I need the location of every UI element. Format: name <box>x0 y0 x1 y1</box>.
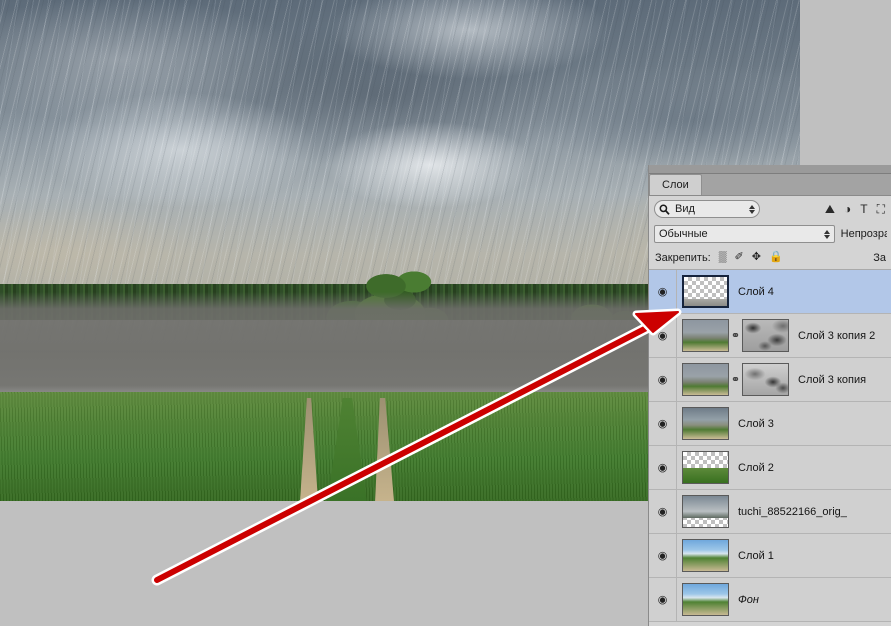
layer-thumbnail[interactable] <box>682 275 729 308</box>
lock-all-icon[interactable]: 🔒 <box>769 252 783 263</box>
layer-name[interactable]: Слой 4 <box>738 286 774 298</box>
panel-drag-bar[interactable] <box>649 165 891 174</box>
eye-icon: ◉ <box>657 550 668 562</box>
layer-name[interactable]: Слой 3 копия <box>798 374 866 386</box>
blend-mode-select[interactable]: Обычные <box>654 225 835 243</box>
layer-name[interactable]: Слой 1 <box>738 550 774 562</box>
layer-thumbnail[interactable] <box>682 319 729 352</box>
eye-icon: ◉ <box>657 418 668 430</box>
eye-icon: ◉ <box>657 330 668 342</box>
image-filter-icon[interactable]: ⛰ <box>825 203 835 215</box>
layer-list[interactable]: ◉ Слой 4 ◉ ⚭ Слой 3 копия 2 ◉ ⚭ Слой 3 к… <box>649 270 891 622</box>
layer-mask-link-icon[interactable]: ⚭ <box>729 373 742 386</box>
layer-name[interactable]: Слой 3 <box>738 418 774 430</box>
table-row[interactable]: ◉ ⚭ Слой 3 копия <box>649 358 891 402</box>
table-row[interactable]: ◉ Слой 4 <box>649 270 891 314</box>
blend-mode-value: Обычные <box>659 228 708 240</box>
layer-thumbnail[interactable] <box>682 583 729 616</box>
table-row[interactable]: ◉ ⚭ Слой 3 копия 2 <box>649 314 891 358</box>
eye-icon: ◉ <box>657 374 668 386</box>
layer-mask-link-icon[interactable]: ⚭ <box>729 329 742 342</box>
layer-name[interactable]: Слой 3 копия 2 <box>798 330 875 342</box>
lock-row: Закрепить: ▒ ✐ ✥ 🔒 За <box>649 246 891 270</box>
layer-visibility-toggle[interactable]: ◉ <box>649 402 677 445</box>
layer-visibility-toggle[interactable]: ◉ <box>649 314 677 357</box>
opacity-label: Непрозра <box>840 228 887 240</box>
layer-name[interactable]: Слой 2 <box>738 462 774 474</box>
table-row[interactable]: ◉ Слой 3 <box>649 402 891 446</box>
filter-stepper[interactable] <box>749 204 755 214</box>
layer-visibility-toggle[interactable]: ◉ <box>649 358 677 401</box>
eye-icon: ◉ <box>657 594 668 606</box>
filter-type-select[interactable]: Вид <box>654 200 760 218</box>
lock-transparency-icon[interactable]: ▒ <box>719 252 727 263</box>
layers-panel: Слои Вид ⛰ ◑ T ⛶ Обычные Непрозра Закреп… <box>648 165 891 626</box>
panel-tab-bar: Слои <box>649 174 891 196</box>
layer-visibility-toggle[interactable]: ◉ <box>649 446 677 489</box>
layer-visibility-toggle[interactable]: ◉ <box>649 270 677 313</box>
layer-filter-row: Вид ⛰ ◑ T ⛶ <box>649 196 891 222</box>
layer-thumbnail[interactable] <box>682 451 729 484</box>
layer-mask-thumbnail[interactable] <box>742 363 789 396</box>
blend-mode-stepper[interactable] <box>823 229 830 239</box>
layer-visibility-toggle[interactable]: ◉ <box>649 578 677 621</box>
table-row[interactable]: ◉ Слой 2 <box>649 446 891 490</box>
lock-position-move-icon[interactable]: ✥ <box>752 252 761 263</box>
eye-icon: ◉ <box>657 286 668 298</box>
eye-icon: ◉ <box>657 506 668 518</box>
layer-thumbnail[interactable] <box>682 539 729 572</box>
layer-thumbnail[interactable] <box>682 363 729 396</box>
layer-visibility-toggle[interactable]: ◉ <box>649 490 677 533</box>
search-icon <box>659 204 670 215</box>
layer-mask-thumbnail[interactable] <box>742 319 789 352</box>
tab-layers[interactable]: Слои <box>649 174 702 195</box>
blend-mode-row: Обычные Непрозра <box>649 222 891 246</box>
eye-icon: ◉ <box>657 462 668 474</box>
filter-type-value: Вид <box>675 203 695 215</box>
layer-thumbnail[interactable] <box>682 495 729 528</box>
filter-type-icons: ⛰ ◑ T ⛶ <box>825 203 887 215</box>
adjustment-filter-icon[interactable]: ◑ <box>844 203 851 215</box>
layer-visibility-toggle[interactable]: ◉ <box>649 534 677 577</box>
table-row[interactable]: ◉ Фон <box>649 578 891 622</box>
lock-caption: Закрепить: <box>655 251 711 264</box>
table-row[interactable]: ◉ tuchi_88522166_orig_ <box>649 490 891 534</box>
shape-filter-icon[interactable]: ⛶ <box>877 203 885 215</box>
tab-bar-filler <box>701 175 891 195</box>
layer-name[interactable]: tuchi_88522166_orig_ <box>738 506 847 518</box>
table-row[interactable]: ◉ Слой 1 <box>649 534 891 578</box>
lock-pixels-brush-icon[interactable]: ✐ <box>735 252 744 263</box>
text-filter-icon[interactable]: T <box>860 203 867 215</box>
fill-label-truncated: За <box>873 251 886 264</box>
layer-name[interactable]: Фон <box>738 594 759 606</box>
layer-thumbnail[interactable] <box>682 407 729 440</box>
